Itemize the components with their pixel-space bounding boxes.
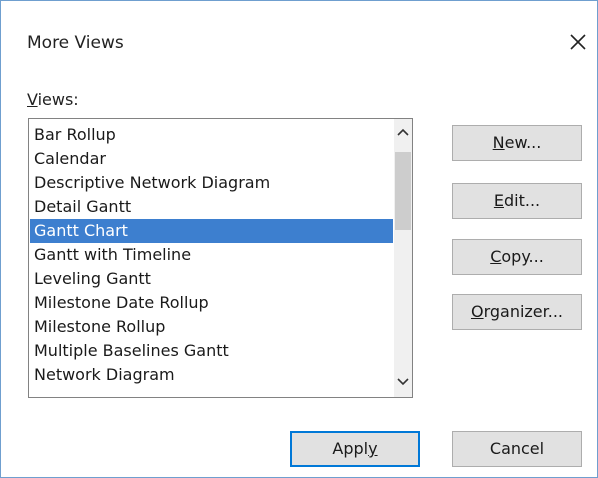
list-item-gantt-chart[interactable]: Gantt Chart [30, 219, 393, 243]
list-item-leveling-gantt[interactable]: Leveling Gantt [30, 267, 393, 291]
list-item-bar-rollup[interactable]: Bar Rollup [30, 123, 393, 147]
edit-button-mnemonic: E [493, 191, 504, 210]
chevron-up-icon [397, 128, 409, 136]
list-item-milestone-date-rollup[interactable]: Milestone Date Rollup [30, 291, 393, 315]
close-icon [570, 34, 586, 50]
new-button[interactable]: New... [452, 125, 582, 161]
new-button-rest: ew... [504, 133, 542, 152]
apply-button-mnemonic: y [368, 439, 378, 458]
cancel-button[interactable]: Cancel [452, 431, 582, 467]
new-button-mnemonic: N [492, 133, 505, 152]
scroll-up-button[interactable] [394, 123, 412, 143]
organizer-button[interactable]: Organizer... [452, 294, 582, 330]
list-item-descriptive-network-diagram[interactable]: Descriptive Network Diagram [30, 171, 393, 195]
more-views-dialog: More Views Views: Bar Rollup Calendar De… [0, 0, 598, 478]
edit-button-rest: dit... [503, 191, 541, 210]
copy-button-rest: opy... [501, 247, 544, 266]
list-item-milestone-rollup[interactable]: Milestone Rollup [30, 315, 393, 339]
views-list-scrollbar[interactable] [394, 119, 412, 397]
views-label-mnemonic: V [27, 90, 38, 109]
views-label: Views: [27, 89, 79, 111]
scroll-thumb[interactable] [395, 152, 411, 230]
views-listbox[interactable]: Bar Rollup Calendar Descriptive Network … [28, 118, 413, 398]
dialog-title: More Views [27, 33, 124, 53]
list-item-network-diagram[interactable]: Network Diagram [30, 363, 393, 387]
organizer-button-mnemonic: O [470, 302, 484, 321]
edit-button[interactable]: Edit... [452, 183, 582, 219]
views-label-rest: iews: [37, 90, 79, 109]
chevron-down-icon [397, 378, 409, 386]
scroll-down-button[interactable] [394, 373, 412, 393]
list-item-gantt-with-timeline[interactable]: Gantt with Timeline [30, 243, 393, 267]
apply-button[interactable]: Apply [290, 431, 420, 467]
list-item-calendar[interactable]: Calendar [30, 147, 393, 171]
list-item-detail-gantt[interactable]: Detail Gantt [30, 195, 393, 219]
organizer-button-rest: rganizer... [483, 302, 564, 321]
copy-button-mnemonic: C [490, 247, 502, 266]
copy-button[interactable]: Copy... [452, 239, 582, 275]
close-button[interactable] [561, 25, 595, 59]
list-item-multiple-baselines-gantt[interactable]: Multiple Baselines Gantt [30, 339, 393, 363]
apply-button-before: Appl [332, 439, 369, 458]
